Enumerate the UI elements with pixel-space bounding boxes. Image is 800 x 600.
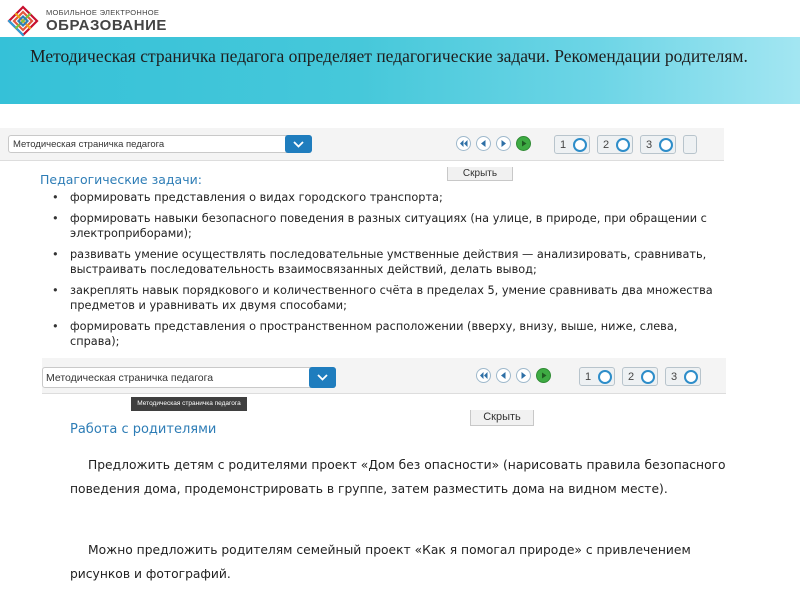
page-title: Методическая страничка педагога определя… bbox=[30, 46, 748, 66]
tasks-list: формировать представления о видах городс… bbox=[52, 190, 722, 355]
forward-icon[interactable] bbox=[516, 368, 531, 383]
page-number: 2 bbox=[628, 370, 635, 383]
page-button-3[interactable]: 3 bbox=[665, 367, 701, 386]
select-tooltip: Методическая страничка педагога bbox=[131, 397, 247, 411]
tasks-heading: Педагогические задачи: bbox=[40, 172, 202, 187]
radio-ring-icon bbox=[659, 137, 673, 152]
logo-wordmark: МОБИЛЬНОЕ ЭЛЕКТРОННОЕ ОБРАЗОВАНИЕ bbox=[46, 9, 167, 34]
radio-ring-icon bbox=[573, 137, 587, 152]
page-number: 3 bbox=[646, 138, 653, 151]
page-select-value: Методическая страничка педагога bbox=[46, 371, 214, 384]
radio-ring-icon bbox=[616, 137, 630, 152]
parents-paragraph-1: Предложить детям с родителями проект «До… bbox=[70, 458, 726, 496]
chevron-down-icon[interactable] bbox=[309, 367, 336, 388]
app-logo: МОБИЛЬНОЕ ЭЛЕКТРОННОЕ ОБРАЗОВАНИЕ bbox=[6, 4, 206, 38]
page-button-1[interactable]: 1 bbox=[579, 367, 615, 386]
radio-ring-icon bbox=[684, 369, 698, 384]
parents-heading: Работа с родителями bbox=[70, 422, 217, 437]
page-button-1[interactable]: 1 bbox=[554, 135, 590, 154]
navigation-buttons bbox=[456, 136, 536, 151]
logo-line-2: ОБРАЗОВАНИЕ bbox=[46, 17, 167, 35]
parents-paragraph-2: Можно предложить родителям семейный прое… bbox=[70, 543, 691, 581]
page-select-dropdown[interactable]: Методическая страничка педагога bbox=[42, 367, 336, 388]
page-button-partial[interactable] bbox=[683, 135, 697, 154]
radio-ring-icon bbox=[598, 369, 612, 384]
page-button-2[interactable]: 2 bbox=[622, 367, 658, 386]
list-item: закреплять навык порядкового и количеств… bbox=[52, 283, 722, 313]
list-item: развивать умение осуществлять последоват… bbox=[52, 247, 722, 277]
radio-ring-icon bbox=[641, 369, 655, 384]
play-icon[interactable] bbox=[536, 368, 551, 383]
page-number: 1 bbox=[585, 370, 592, 383]
panel-toolbar: Методическая страничка педагога 1 2 3 bbox=[42, 358, 726, 394]
list-item: формировать представления о видах городс… bbox=[52, 190, 722, 205]
back-icon[interactable] bbox=[496, 368, 511, 383]
rewind-icon[interactable] bbox=[456, 136, 471, 151]
page-number: 2 bbox=[603, 138, 610, 151]
navigation-buttons bbox=[476, 368, 556, 383]
back-icon[interactable] bbox=[476, 136, 491, 151]
lattice-logo-icon bbox=[7, 5, 39, 37]
page-button-3[interactable]: 3 bbox=[640, 135, 676, 154]
play-icon[interactable] bbox=[516, 136, 531, 151]
hide-button[interactable]: Скрыть bbox=[447, 167, 513, 181]
logo-line-1: МОБИЛЬНОЕ ЭЛЕКТРОННОЕ bbox=[46, 7, 160, 17]
list-item: формировать навыки безопасного поведения… bbox=[52, 211, 722, 241]
page-buttons: 1 2 3 bbox=[579, 367, 708, 386]
title-banner: Методическая страничка педагога определя… bbox=[0, 37, 800, 104]
chevron-down-icon[interactable] bbox=[285, 135, 312, 153]
forward-icon[interactable] bbox=[496, 136, 511, 151]
page-number: 3 bbox=[671, 370, 678, 383]
rewind-icon[interactable] bbox=[476, 368, 491, 383]
page-number: 1 bbox=[560, 138, 567, 151]
list-item: формировать представления о пространстве… bbox=[52, 319, 722, 349]
page-button-2[interactable]: 2 bbox=[597, 135, 633, 154]
page-select-value: Методическая страничка педагога bbox=[13, 138, 165, 150]
page-buttons: 1 2 3 bbox=[554, 135, 704, 154]
hide-button[interactable]: Скрыть bbox=[470, 410, 534, 426]
page-select-dropdown[interactable]: Методическая страничка педагога bbox=[8, 135, 312, 153]
panel-toolbar: Методическая страничка педагога 1 2 3 bbox=[0, 128, 724, 161]
